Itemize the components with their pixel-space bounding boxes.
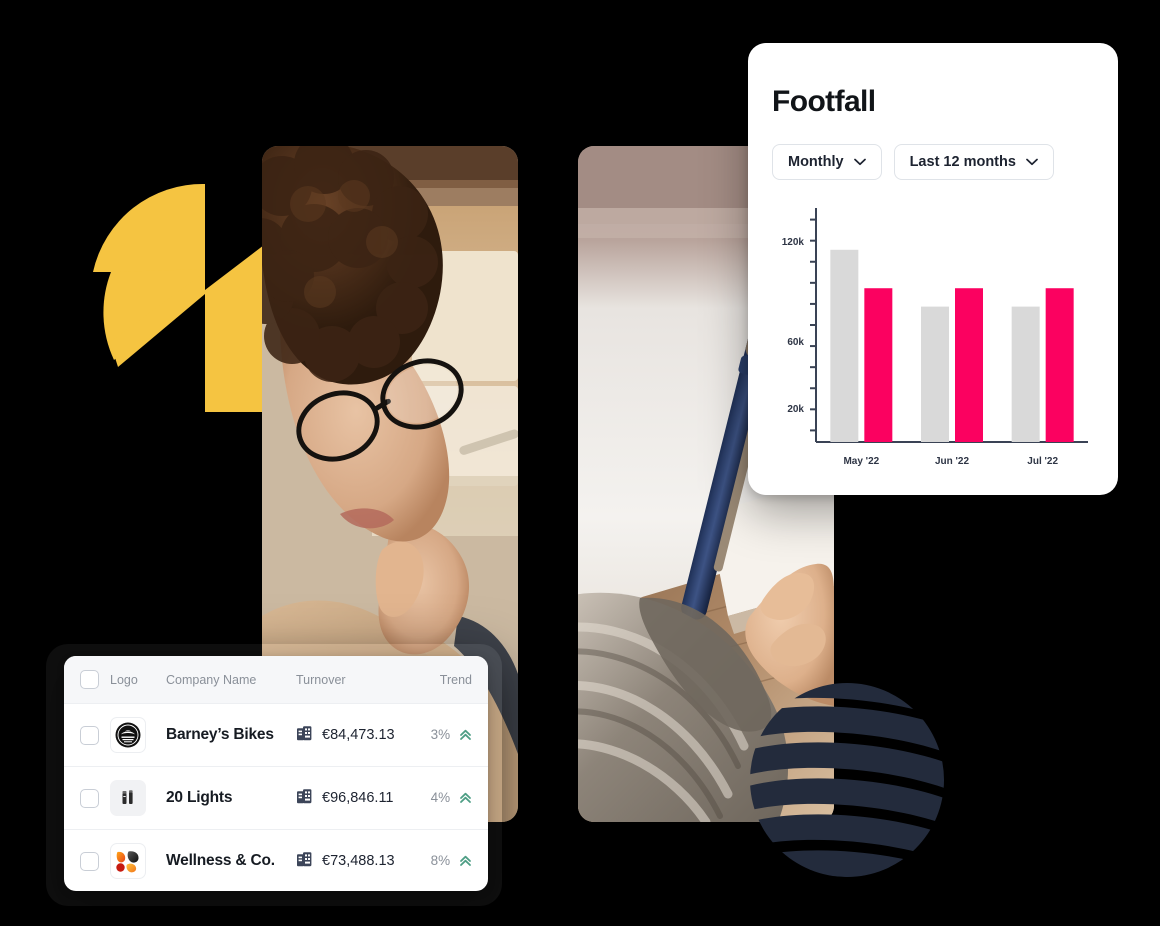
twenty-lights-logo [110, 780, 146, 816]
row-turnover-cell: €84,473.13 [296, 704, 424, 767]
row-logo-cell [110, 704, 166, 767]
select-all-header [64, 656, 110, 704]
chevron-down-icon [853, 158, 866, 166]
row-company-cell: 20 Lights [166, 767, 296, 830]
svg-text:120k: 120k [782, 237, 805, 248]
row-logo-cell [110, 830, 166, 892]
turnover-value: €96,846.11 [322, 790, 394, 806]
svg-text:Jun '22: Jun '22 [935, 456, 969, 467]
svg-text:20k: 20k [787, 404, 804, 415]
trend-percent: 8% [430, 853, 451, 869]
footfall-card: Footfall Monthly Last 12 months 120k 60k 2… [748, 43, 1118, 495]
row-checkbox[interactable] [80, 725, 99, 745]
companies-table: Logo Company Name Turnover Trend Barney’… [64, 656, 488, 891]
table-header-row: Logo Company Name Turnover Trend [64, 656, 488, 704]
turnover-value: €84,473.13 [322, 727, 395, 743]
period-dropdown-label: Last 12 months [909, 154, 1016, 170]
companies-table-card: Logo Company Name Turnover Trend Barney’… [64, 656, 488, 891]
row-checkbox[interactable] [80, 851, 99, 871]
column-header-company-name[interactable]: Company Name [166, 656, 296, 704]
column-header-trend[interactable]: Trend [424, 656, 488, 704]
column-header-turnover[interactable]: Turnover [296, 656, 424, 704]
row-company-cell: Barney’s Bikes [166, 704, 296, 767]
select-all-checkbox[interactable] [80, 670, 99, 689]
table-row[interactable]: Barney’s Bikes €84,473.13 3% [64, 703, 488, 767]
chart-controls: Monthly Last 12 months [772, 144, 1094, 180]
svg-text:60k: 60k [787, 337, 804, 348]
row-trend-cell: 4% [424, 767, 488, 830]
table-row[interactable]: Wellness & Co. €73,488.13 8% [64, 829, 488, 892]
svg-text:May '22: May '22 [843, 456, 879, 467]
frequency-dropdown[interactable]: Monthly [772, 144, 882, 180]
double-chevron-up-icon [459, 854, 472, 870]
row-trend-cell: 3% [424, 704, 488, 767]
row-company-cell: Wellness & Co. [166, 830, 296, 892]
row-turnover-cell: €73,488.13 [296, 830, 424, 892]
column-header-logo[interactable]: Logo [110, 656, 166, 704]
bar-chart-svg: 120k 60k 20k May '22 Jun '22 Jul '22 [782, 208, 1088, 467]
chevron-down-icon [1026, 158, 1038, 166]
row-select-cell [64, 830, 110, 892]
table-body: Barney’s Bikes €84,473.13 3% 20 Lights €… [64, 703, 488, 892]
turnover-value: €73,488.13 [322, 853, 395, 870]
building-icon [296, 788, 313, 808]
period-dropdown[interactable]: Last 12 months [893, 144, 1054, 180]
wellness-co-logo [110, 843, 146, 880]
page-title: Footfall [772, 85, 876, 118]
row-checkbox[interactable] [80, 788, 99, 808]
table-row[interactable]: 20 Lights €96,846.11 4% [64, 766, 488, 830]
company-name: 20 Lights [166, 789, 233, 806]
striped-globe-shape [750, 680, 945, 885]
trend-percent: 3% [430, 727, 451, 742]
company-name: Wellness & Co. [166, 852, 275, 870]
row-turnover-cell: €96,846.11 [296, 767, 424, 830]
row-select-cell [64, 767, 110, 830]
double-chevron-up-icon [459, 728, 472, 744]
building-icon [296, 851, 313, 871]
row-select-cell [64, 704, 110, 767]
barneys-bikes-logo [110, 717, 146, 753]
company-name: Barney’s Bikes [166, 726, 274, 743]
row-trend-cell: 8% [424, 830, 488, 892]
table-header: Logo Company Name Turnover Trend [64, 656, 488, 704]
row-logo-cell [110, 767, 166, 830]
frequency-dropdown-label: Monthly [788, 154, 844, 170]
double-chevron-up-icon [459, 791, 472, 807]
footfall-bar-chart: 120k 60k 20k May '22 Jun '22 Jul '22 [772, 202, 1094, 482]
yellow-abstract-shape [88, 172, 268, 412]
building-icon [296, 725, 313, 745]
page-root: Footfall Monthly Last 12 months 120k 60k 2… [0, 0, 1160, 926]
trend-percent: 4% [430, 790, 451, 805]
svg-text:Jul '22: Jul '22 [1027, 456, 1058, 467]
